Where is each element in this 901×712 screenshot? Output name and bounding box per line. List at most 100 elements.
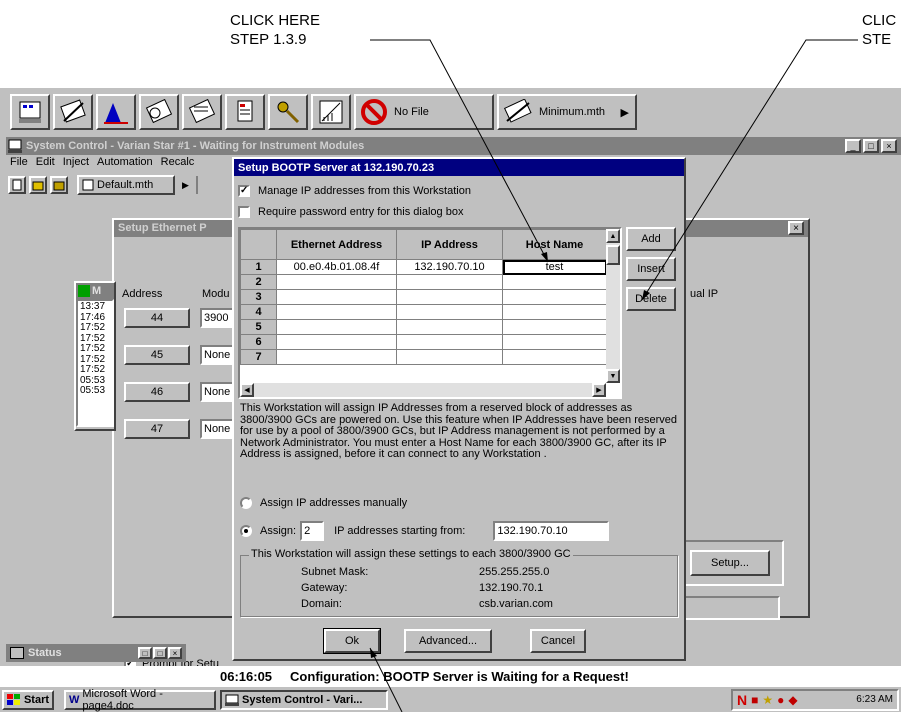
col-ip-address: IP Address	[396, 229, 503, 260]
close-button[interactable]: ×	[881, 139, 897, 153]
require-password-checkbox[interactable]	[238, 206, 250, 218]
insert-button[interactable]: Insert	[626, 257, 676, 281]
arrow-right-icon: ▶	[620, 106, 629, 119]
status-window-title: Status	[28, 647, 62, 659]
ok-button[interactable]: Ok	[323, 628, 381, 654]
table-row[interactable]: 6	[240, 334, 607, 350]
settings-group: This Workstation will assign these setti…	[240, 548, 678, 617]
bootp-title: Setup BOOTP Server at 132.190.70.23	[238, 161, 435, 174]
start-button[interactable]: Start	[2, 689, 54, 710]
table-row[interactable]: 5	[240, 319, 607, 335]
log-time: 17:52	[80, 364, 106, 375]
scroll-up-icon[interactable]: ▲	[606, 229, 620, 243]
row-number: 7	[240, 349, 277, 365]
cell-ethernet[interactable]: 00.e0.4b.01.08.4f	[276, 259, 397, 275]
menu-inject[interactable]: Inject	[63, 156, 89, 172]
menu-file[interactable]: File	[10, 156, 28, 172]
address-47-button[interactable]: 47	[124, 419, 190, 439]
assign-manually-label: Assign IP addresses manually	[260, 497, 408, 509]
table-row[interactable]: 2	[240, 274, 607, 290]
method-file-button[interactable]: Minimum.mth ▶	[497, 94, 637, 130]
windows-logo-icon	[6, 693, 20, 705]
ethernet-close-button[interactable]: ×	[788, 221, 804, 235]
open-folder-alt-icon[interactable]	[50, 176, 68, 194]
add-button[interactable]: Add	[626, 227, 676, 251]
assign-manually-radio[interactable]	[240, 497, 252, 509]
new-file-icon[interactable]	[8, 176, 26, 194]
advanced-button[interactable]: Advanced...	[404, 629, 492, 653]
report-icon-button[interactable]	[225, 94, 265, 130]
default-method-button[interactable]: Default.mth	[77, 175, 175, 195]
annotation-right-line1: CLIC	[862, 12, 897, 29]
assign-auto-radio[interactable]	[240, 525, 252, 537]
log-time: 05:53	[80, 385, 106, 396]
open-folder-icon[interactable]	[29, 176, 47, 194]
menu-recalc[interactable]: Recalc	[161, 156, 195, 172]
scroll-right-icon[interactable]: ▶	[592, 383, 606, 397]
taskbar-system-control-button[interactable]: System Control - Vari...	[220, 689, 388, 710]
status-restore-button[interactable]: □	[138, 647, 152, 659]
main-window-titlebar: System Control - Varian Star #1 - Waitin…	[6, 137, 901, 155]
restore-button[interactable]: □	[863, 139, 879, 153]
sequence-icon-button[interactable]	[139, 94, 179, 130]
menu-automation[interactable]: Automation	[97, 156, 153, 172]
table-horizontal-scrollbar[interactable]: ◀ ▶	[240, 383, 606, 397]
status-max-button[interactable]: □	[153, 647, 167, 659]
scroll-down-icon[interactable]: ▼	[606, 369, 620, 383]
table-vertical-scrollbar[interactable]: ▲ ▼	[606, 229, 620, 383]
method-icon-button[interactable]	[53, 94, 93, 130]
app-icon	[8, 139, 22, 153]
table-row[interactable]: 4	[240, 304, 607, 320]
module-47-field[interactable]: None	[200, 419, 234, 439]
assign-count-input[interactable]: 2	[300, 521, 325, 541]
system-control-small-icon	[225, 694, 239, 706]
minimize-button[interactable]: _	[845, 139, 861, 153]
address-46-button[interactable]: 46	[124, 382, 190, 402]
tray-shield-icon[interactable]: ■	[751, 693, 758, 707]
cell-host-name[interactable]: test	[502, 259, 607, 275]
module-44-field[interactable]: 3900	[200, 308, 234, 328]
cancel-button[interactable]: Cancel	[530, 629, 586, 653]
chromatogram-icon-button[interactable]	[96, 94, 136, 130]
main-window-title: System Control - Varian Star #1 - Waitin…	[26, 140, 365, 152]
row-number: 3	[240, 289, 277, 305]
no-file-button[interactable]: No File	[354, 94, 494, 130]
table-row[interactable]: 3	[240, 289, 607, 305]
tray-star-icon[interactable]: ★	[762, 693, 773, 707]
recalc-icon-button[interactable]	[182, 94, 222, 130]
starting-ip-input[interactable]: 132.190.70.10	[493, 521, 610, 541]
address-44-button[interactable]: 44	[124, 308, 190, 328]
menu-edit[interactable]: Edit	[36, 156, 55, 172]
table-row[interactable]: 1 00.e0.4b.01.08.4f 132.190.70.10 test	[240, 259, 607, 275]
calibration-icon-button[interactable]	[311, 94, 351, 130]
table-row[interactable]: 7	[240, 349, 607, 365]
scroll-left-icon[interactable]: ◀	[240, 383, 254, 397]
system-control-icon-button[interactable]	[10, 94, 50, 130]
domain-label: Domain:	[301, 598, 342, 610]
row-number: 5	[240, 319, 277, 335]
cell-ip[interactable]: 132.190.70.10	[396, 259, 503, 275]
annotation-right-line2: STE	[862, 31, 892, 48]
security-key-icon-button[interactable]	[268, 94, 308, 130]
status-message: Configuration: BOOTP Server is Waiting f…	[290, 668, 629, 684]
module-45-field[interactable]: None	[200, 345, 234, 365]
tray-n-icon[interactable]: N	[737, 692, 747, 708]
module-46-field[interactable]: None	[200, 382, 234, 402]
scroll-thumb[interactable]	[606, 245, 620, 265]
manual-assign-row: Assign IP addresses manually	[240, 497, 407, 509]
bootp-dialog: Setup BOOTP Server at 132.190.70.23 ✓ Ma…	[232, 157, 686, 661]
status-close-button[interactable]: ×	[168, 647, 182, 659]
gateway-label: Gateway:	[301, 582, 348, 594]
address-45-button[interactable]: 45	[124, 345, 190, 365]
log-window-icon	[78, 285, 90, 297]
tray-speaker-icon[interactable]: ●	[777, 693, 784, 707]
subnet-label: Subnet Mask:	[301, 566, 369, 578]
status-time: 06:16:05	[220, 668, 273, 684]
tray-diamond-icon[interactable]: ◆	[788, 693, 797, 707]
annotation-left-line1: CLICK HERE	[230, 12, 321, 29]
setup-button[interactable]: Setup...	[690, 550, 770, 576]
log-time: 13:37	[80, 301, 106, 312]
delete-button[interactable]: Delete	[626, 287, 676, 311]
manage-ip-checkbox[interactable]: ✓	[238, 185, 250, 197]
taskbar-word-button[interactable]: W Microsoft Word - page4.doc	[64, 688, 216, 712]
